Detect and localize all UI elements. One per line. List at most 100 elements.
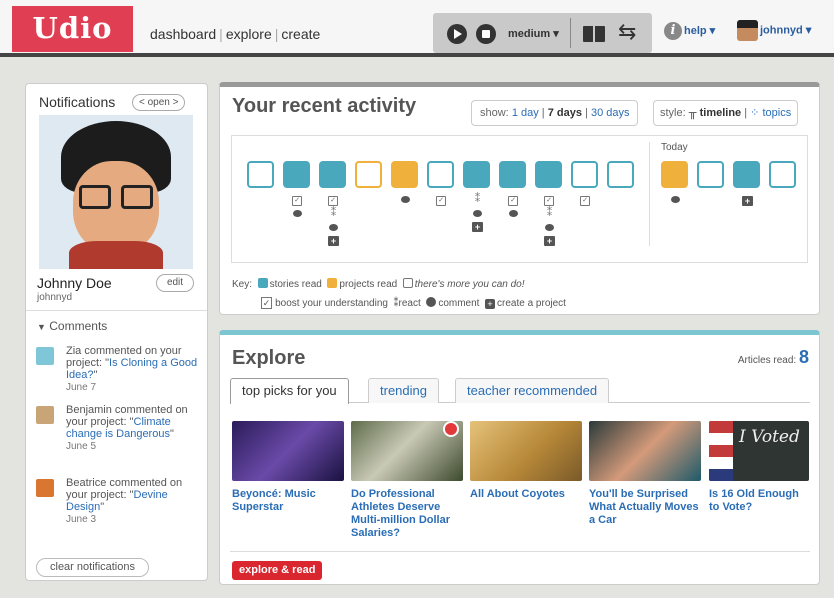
day-box[interactable] (571, 161, 598, 188)
day-box[interactable] (427, 161, 454, 188)
react-icon: ⁑ (474, 193, 481, 205)
article-thumbnail (351, 421, 463, 481)
tab-trending[interactable]: trending (368, 378, 439, 403)
speed-select[interactable]: medium ▾ (508, 27, 559, 40)
commenter-avatar (36, 406, 54, 424)
day-box[interactable] (535, 161, 562, 188)
plus-icon: + (742, 196, 753, 206)
show-1-day[interactable]: 1 day (512, 107, 539, 119)
nav-create[interactable]: create (281, 26, 320, 42)
activity-timeline: Today ✓ ✓ ⁑ + ✓ ⁑ + ✓ ✓ ⁑ + ✓ + (231, 135, 808, 263)
commenter-avatar (36, 347, 54, 365)
day-box[interactable] (499, 161, 526, 188)
divider (26, 310, 207, 311)
article-card[interactable]: All About Coyotes (470, 421, 582, 501)
main-nav: dashboard | explore | create (150, 26, 321, 42)
stop-button[interactable] (476, 24, 496, 44)
article-title[interactable]: All About Coyotes (470, 488, 582, 501)
comment-icon (545, 224, 554, 231)
play-button[interactable] (447, 24, 467, 44)
open-notifications-button[interactable]: < open > (132, 94, 186, 111)
user-menu[interactable]: johnnyd ▾ (737, 20, 811, 41)
plus-icon: + (485, 299, 496, 309)
checkbox-icon: ✓ (436, 196, 446, 206)
timeline-icon: ╥ (688, 107, 697, 119)
articles-read-counter: Articles read: 8 (737, 347, 809, 367)
day-box[interactable] (661, 161, 688, 188)
comment-icon (401, 196, 410, 203)
article-title[interactable]: You'll be Surprised What Actually Moves … (589, 488, 701, 527)
style-timeline[interactable]: ╥ timeline (689, 107, 741, 119)
day-box[interactable] (319, 161, 346, 188)
checkbox-icon: ✓ (544, 196, 554, 206)
day-box[interactable] (769, 161, 796, 188)
tab-top-picks[interactable]: top picks for you (230, 378, 349, 404)
book-icon[interactable] (583, 26, 605, 42)
commenter-avatar (36, 479, 54, 497)
nav-explore[interactable]: explore (226, 26, 272, 42)
day-box[interactable] (355, 161, 382, 188)
comment-icon (473, 210, 482, 217)
explore-title: Explore (232, 347, 306, 369)
day-box[interactable] (283, 161, 310, 188)
udio-logo[interactable]: Udio (12, 6, 133, 52)
user-label: johnnyd ▾ (760, 24, 812, 37)
show-30-days[interactable]: 30 days (591, 107, 630, 119)
help-menu[interactable]: i help ▾ (664, 22, 715, 40)
style-selector: style: ╥ timeline | ⁘ topics (653, 100, 799, 126)
day-box[interactable] (607, 161, 634, 188)
clear-notifications-button[interactable]: clear notifications (36, 558, 149, 577)
empty-swatch (402, 278, 413, 288)
swap-icon[interactable]: ⇆ (618, 19, 636, 45)
thumbnail-text: I Voted (739, 427, 800, 447)
article-card[interactable]: Beyoncé: Music Superstar (232, 421, 344, 514)
edit-profile-button[interactable]: edit (156, 274, 194, 292)
notifications-panel: Notifications < open > Johnny Doe johnny… (25, 83, 208, 581)
recent-activity-panel: Your recent activity show: 1 day | 7 day… (219, 82, 820, 315)
comment-icon (671, 196, 680, 203)
nav-dashboard[interactable]: dashboard (150, 26, 216, 42)
today-label: Today (661, 142, 688, 153)
notification-item: Beatrice commented on your project: "Dev… (36, 477, 201, 526)
plus-icon: + (472, 222, 483, 232)
article-title[interactable]: Do Professional Athletes Deserve Multi-m… (351, 488, 463, 540)
play-icon (454, 29, 462, 39)
day-box[interactable] (391, 161, 418, 188)
style-topics[interactable]: ⁘ topics (750, 107, 791, 119)
explore-read-button[interactable]: explore & read (232, 561, 323, 580)
notification-date: June 7 (66, 382, 97, 393)
react-icon: ⁑ (546, 207, 553, 219)
article-thumbnail (589, 421, 701, 481)
article-title[interactable]: Is 16 Old Enough to Vote? (709, 488, 809, 514)
article-thumbnail: I Voted (709, 421, 809, 481)
audio-controls: medium ▾ ⇆ (433, 13, 652, 53)
user-avatar-icon (737, 20, 758, 41)
divider (570, 18, 571, 48)
explore-tabs: top picks for you trending teacher recom… (230, 378, 810, 404)
checkbox-icon: ✓ (328, 196, 338, 206)
divider (230, 551, 810, 552)
show-7-days[interactable]: 7 days (548, 107, 582, 119)
day-box[interactable] (733, 161, 760, 188)
article-card[interactable]: Do Professional Athletes Deserve Multi-m… (351, 421, 463, 540)
comments-toggle[interactable]: ▼ Comments (37, 319, 107, 333)
activity-key: Key: stories read projects read there's … (232, 278, 566, 309)
day-box[interactable] (697, 161, 724, 188)
article-card[interactable]: You'll be Surprised What Actually Moves … (589, 421, 701, 527)
tab-teacher-recommended[interactable]: teacher recommended (455, 378, 610, 403)
explore-panel: Explore Articles read: 8 top picks for y… (219, 330, 820, 585)
profile-name: Johnny Doe (37, 275, 112, 291)
checkbox-icon: ✓ (508, 196, 518, 206)
article-card[interactable]: I Voted Is 16 Old Enough to Vote? (709, 421, 809, 514)
stories-swatch (257, 278, 268, 288)
activity-title: Your recent activity (232, 95, 417, 117)
comment-icon (426, 297, 437, 307)
notification-item: Benjamin commented on your project: "Cli… (36, 404, 201, 453)
day-box[interactable] (247, 161, 274, 188)
notification-date: June 5 (66, 441, 97, 452)
article-title[interactable]: Beyoncé: Music Superstar (232, 488, 344, 514)
topics-icon: ⁘ (750, 107, 760, 119)
comment-icon (509, 210, 518, 217)
day-box[interactable] (463, 161, 490, 188)
profile-username: johnnyd (37, 292, 73, 303)
